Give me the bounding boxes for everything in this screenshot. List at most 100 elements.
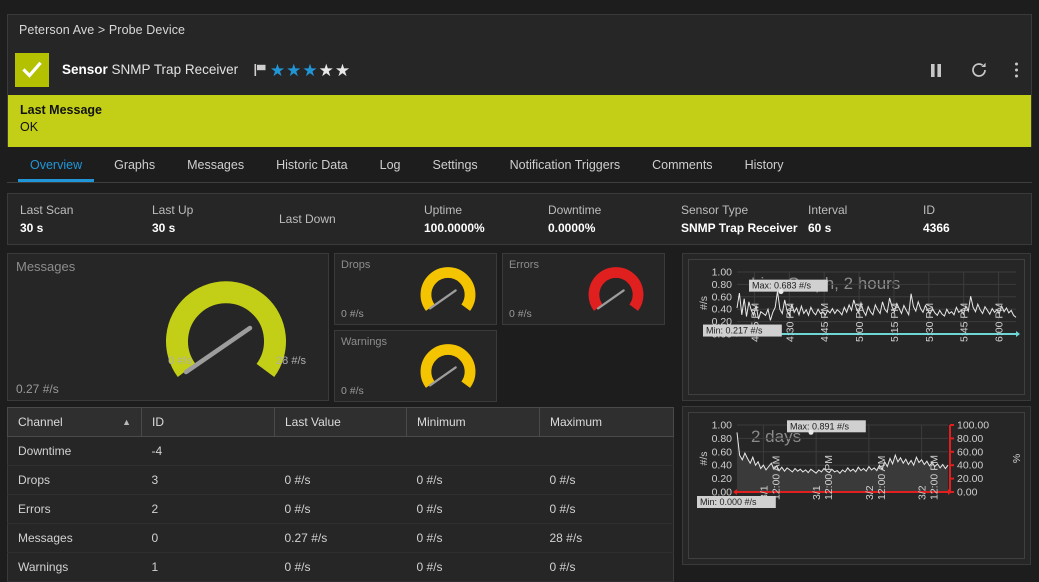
tab-notification-triggers[interactable]: Notification Triggers (494, 147, 636, 182)
svg-text:0.20: 0.20 (712, 473, 733, 485)
svg-text:Min: 0.000 #/s: Min: 0.000 #/s (700, 497, 757, 507)
column-header-id[interactable]: ID (142, 408, 275, 437)
header-actions (928, 45, 1019, 95)
sensor-info-strip: Last Scan30 sLast Up30 sLast DownUptime1… (7, 193, 1032, 245)
table-row[interactable]: Messages00.27 #/s0 #/s28 #/s (8, 524, 674, 553)
gauge-messages-max-label: 28 #/s (276, 355, 306, 367)
column-header-minimum[interactable]: Minimum (407, 408, 540, 437)
svg-text:0.40: 0.40 (712, 460, 733, 472)
breadcrumb[interactable]: Peterson Ave > Probe Device (19, 23, 185, 37)
svg-text:6:00 PM: 6:00 PM (994, 303, 1006, 342)
star-3-icon[interactable]: ★ (302, 62, 317, 79)
svg-text:5:30 PM: 5:30 PM (924, 303, 936, 342)
info-key: Last Up (152, 201, 279, 219)
svg-text:Max: 0.891 #/s: Max: 0.891 #/s (790, 421, 850, 431)
svg-text:12:00 PM: 12:00 PM (823, 455, 835, 500)
gauge-drops-value: 0 #/s (341, 307, 364, 321)
cell-id: 0 (142, 524, 275, 553)
svg-text:Max: 0.683 #/s: Max: 0.683 #/s (752, 281, 812, 291)
check-icon (22, 60, 42, 80)
cell-channel: Warnings (8, 553, 142, 582)
info-cell-sensor-type: Sensor TypeSNMP Trap Receiver (681, 201, 808, 237)
gauge-drops[interactable]: Drops 0 #/s (334, 253, 497, 325)
svg-text:12:00 AM: 12:00 AM (876, 456, 888, 500)
column-header-label: Maximum (550, 415, 602, 429)
star-2-icon[interactable]: ★ (286, 62, 301, 79)
gauge-errors[interactable]: Errors 0 #/s (502, 253, 665, 325)
cell-maximum: 0 #/s (540, 553, 674, 582)
sensor-priority-rating[interactable]: ★ ★ ★ ★ ★ (254, 62, 350, 79)
info-key: Interval (808, 201, 923, 219)
pause-icon[interactable] (928, 62, 944, 79)
column-header-channel[interactable]: Channel▲ (8, 408, 142, 437)
column-header-last-value[interactable]: Last Value (275, 408, 407, 437)
last-message-bar: Last Message OK (7, 95, 1032, 147)
tab-history[interactable]: History (729, 147, 800, 182)
column-header-label: ID (152, 415, 164, 429)
table-row[interactable]: Downtime-4 (8, 437, 674, 466)
svg-text:1.00: 1.00 (712, 420, 733, 432)
sensor-prefix-label: Sensor (62, 62, 108, 77)
cell-last_value: 0 #/s (275, 466, 407, 495)
svg-text:3/1: 3/1 (811, 485, 823, 500)
gauge-drops-title: Drops (341, 258, 370, 273)
info-key: Sensor Type (681, 201, 808, 219)
svg-text:4:30 PM: 4:30 PM (784, 303, 796, 342)
tab-graphs[interactable]: Graphs (98, 147, 171, 182)
star-4-icon[interactable]: ★ (319, 62, 334, 79)
svg-text:Min: 0.217 #/s: Min: 0.217 #/s (706, 326, 763, 336)
sensor-status-square (15, 53, 49, 87)
gauge-drops-dial (412, 256, 484, 314)
column-header-label: Last Value (285, 415, 341, 429)
star-5-icon[interactable]: ★ (335, 62, 350, 79)
sensor-title: Sensor SNMP Trap Receiver ★ ★ ★ ★ ★ (62, 62, 350, 79)
svg-text:80.00: 80.00 (957, 433, 983, 445)
info-value: 60 s (808, 219, 923, 237)
more-menu-icon[interactable] (1014, 61, 1019, 79)
cell-channel: Drops (8, 466, 142, 495)
breadcrumb-bar: Peterson Ave > Probe Device (7, 14, 1032, 45)
info-key: Last Down (279, 210, 424, 228)
tab-historic-data[interactable]: Historic Data (260, 147, 364, 182)
info-cell-interval: Interval60 s (808, 201, 923, 237)
tab-comments[interactable]: Comments (636, 147, 728, 182)
info-value: 30 s (20, 219, 152, 237)
main-content: Messages 0 #/s 28 #/s 0.27 #/s Drops (7, 253, 1032, 582)
cell-channel: Messages (8, 524, 142, 553)
svg-text:0.60: 0.60 (712, 291, 733, 303)
gauge-messages[interactable]: Messages 0 #/s 28 #/s 0.27 #/s (7, 253, 329, 401)
sort-ascending-icon[interactable]: ▲ (122, 417, 131, 427)
cell-channel: Errors (8, 495, 142, 524)
gauge-warnings-title: Warnings (341, 335, 387, 350)
info-value: 30 s (152, 219, 279, 237)
two-days-graph-panel[interactable]: 2 days 0.000.200.400.600.801.00#/s0.0020… (682, 406, 1031, 565)
tab-settings[interactable]: Settings (416, 147, 493, 182)
star-1-icon[interactable]: ★ (270, 62, 285, 79)
cell-minimum (407, 437, 540, 466)
column-header-maximum[interactable]: Maximum (540, 408, 674, 437)
refresh-icon[interactable] (970, 61, 988, 79)
tab-messages[interactable]: Messages (171, 147, 260, 182)
svg-text:0.60: 0.60 (712, 446, 733, 458)
cell-id: -4 (142, 437, 275, 466)
gauge-messages-min-label: 0 #/s (168, 355, 192, 367)
gauge-warnings[interactable]: Warnings 0 #/s (334, 330, 497, 402)
live-graph-inner: Live Graph, 2 hours 0.000.200.400.600.80… (688, 259, 1025, 395)
cell-maximum: 28 #/s (540, 524, 674, 553)
small-gauges-column: Drops 0 #/s Errors (334, 253, 665, 402)
cell-minimum: 0 #/s (407, 495, 540, 524)
gauge-warnings-dial (412, 333, 484, 391)
cell-minimum: 0 #/s (407, 466, 540, 495)
svg-text:5:00 PM: 5:00 PM (854, 303, 866, 342)
flag-icon (254, 63, 267, 77)
tab-log[interactable]: Log (364, 147, 417, 182)
info-cell-last-down: Last Down (279, 210, 424, 228)
table-row[interactable]: Errors20 #/s0 #/s0 #/s (8, 495, 674, 524)
tab-overview[interactable]: Overview (14, 147, 98, 182)
live-graph-panel[interactable]: Live Graph, 2 hours 0.000.200.400.600.80… (682, 253, 1031, 401)
table-row[interactable]: Drops30 #/s0 #/s0 #/s (8, 466, 674, 495)
svg-text:60.00: 60.00 (957, 446, 983, 458)
sensor-header: Sensor SNMP Trap Receiver ★ ★ ★ ★ ★ (7, 45, 1032, 95)
svg-text:#/s: #/s (698, 451, 710, 465)
table-row[interactable]: Warnings10 #/s0 #/s0 #/s (8, 553, 674, 582)
